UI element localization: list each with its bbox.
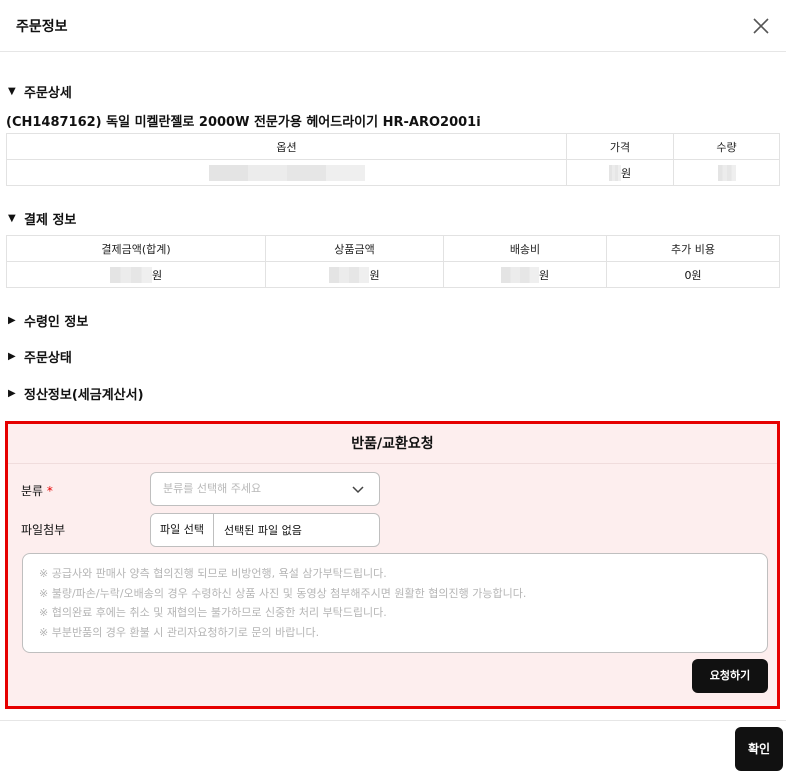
extra-cost-cell: 0원	[606, 261, 780, 288]
column-header-shipping: 배송비	[443, 235, 607, 262]
quantity-cell	[673, 159, 780, 186]
notice-line: ※ 부분반품의 경우 환불 시 관리자요청하기로 문의 바랍니다.	[39, 625, 320, 639]
column-header-option: 옵션	[6, 133, 567, 160]
shipping-cell: 원	[443, 261, 607, 288]
section-order-status[interactable]: ▶ 주문상태	[8, 347, 72, 366]
return-request-title: 반품/교환요청	[8, 424, 777, 464]
table-row: 원 원 원 0원	[6, 261, 780, 288]
triangle-down-icon: ▼	[8, 213, 16, 224]
triangle-right-icon: ▶	[8, 315, 16, 326]
attachment-label: 파일첨부	[21, 523, 66, 537]
confirm-button[interactable]: 확인	[735, 727, 783, 771]
file-status: 선택된 파일 없음	[223, 524, 302, 537]
return-request-panel: 반품/교환요청 분류 * 분류를 선택해 주세요 파일첨부 파일 선택 선택된 …	[5, 421, 780, 709]
order-detail-table: 옵션 가격 수량 원	[6, 133, 780, 186]
table-header-row: 옵션 가격 수량	[6, 133, 780, 160]
redacted-value	[717, 164, 736, 181]
file-select-button[interactable]: 파일 선택	[151, 514, 214, 546]
submit-request-button[interactable]: 요청하기	[692, 659, 768, 693]
category-label-text: 분류	[21, 484, 44, 498]
product-name: (CH1487162) 독일 미켈란젤로 2000W 전문가용 헤어드라이기 H…	[6, 115, 481, 130]
redacted-value	[329, 266, 370, 283]
category-select[interactable]: 분류를 선택해 주세요	[150, 472, 380, 506]
triangle-down-icon: ▼	[8, 86, 16, 97]
product-amount-cell: 원	[265, 261, 444, 288]
category-placeholder: 분류를 선택해 주세요	[163, 482, 262, 495]
notice-line: ※ 공급사와 판매사 양측 협의진행 되므로 비방언행, 욕설 삼가부탁드립니다…	[39, 567, 387, 580]
footer-divider	[0, 720, 786, 721]
section-order-detail[interactable]: ▼ 주문상세	[8, 82, 72, 101]
redacted-value	[208, 164, 365, 181]
redacted-value	[608, 164, 621, 181]
payment-table: 결제금액(합계) 상품금액 배송비 추가 비용 원 원 원 0원	[6, 235, 780, 288]
redacted-value	[109, 266, 152, 283]
notice-line: ※ 협의완료 후에는 취소 및 재협의는 불가하므로 신중한 처리 부탁드립니다…	[39, 606, 387, 619]
triangle-right-icon: ▶	[8, 351, 16, 362]
notice-line: ※ 불량/파손/누락/오배송의 경우 수령하신 상품 사진 및 동영상 첨부해주…	[39, 586, 527, 600]
modal-title: 주문정보	[16, 19, 68, 35]
column-header-price: 가격	[566, 133, 674, 160]
file-input[interactable]: 파일 선택 선택된 파일 없음	[150, 513, 380, 547]
section-settlement-label: 정산정보(세금계산서)	[24, 388, 144, 403]
column-header-product-amount: 상품금액	[265, 235, 444, 262]
section-payment-label: 결제 정보	[24, 213, 77, 228]
price-cell: 원	[566, 159, 674, 186]
total-cell: 원	[6, 261, 266, 288]
redacted-value	[500, 266, 539, 283]
modal-header: 주문정보	[0, 0, 786, 52]
section-recipient[interactable]: ▶ 수령인 정보	[8, 311, 88, 330]
column-header-extra-cost: 추가 비용	[606, 235, 780, 262]
close-icon[interactable]	[752, 17, 770, 35]
required-mark: *	[46, 484, 53, 498]
section-order-status-label: 주문상태	[24, 351, 72, 366]
amount-unit: 원	[369, 268, 380, 282]
price-unit: 원	[620, 166, 632, 180]
section-payment[interactable]: ▼ 결제 정보	[8, 209, 76, 228]
section-recipient-label: 수령인 정보	[24, 315, 89, 330]
amount-unit: 원	[151, 268, 163, 282]
triangle-right-icon: ▶	[8, 388, 16, 399]
section-settlement[interactable]: ▶ 정산정보(세금계산서)	[8, 384, 144, 403]
option-cell	[6, 159, 567, 186]
column-header-total: 결제금액(합계)	[6, 235, 266, 262]
chevron-down-icon	[352, 486, 364, 494]
section-order-detail-label: 주문상세	[24, 86, 72, 101]
request-message-textarea[interactable]: ※ 공급사와 판매사 양측 협의진행 되므로 비방언행, 욕설 삼가부탁드립니다…	[22, 553, 768, 653]
amount-unit: 원	[538, 268, 550, 282]
column-header-quantity: 수량	[673, 133, 780, 160]
table-row: 원	[6, 159, 780, 186]
category-label: 분류 *	[21, 482, 53, 499]
table-header-row: 결제금액(합계) 상품금액 배송비 추가 비용	[6, 235, 780, 262]
